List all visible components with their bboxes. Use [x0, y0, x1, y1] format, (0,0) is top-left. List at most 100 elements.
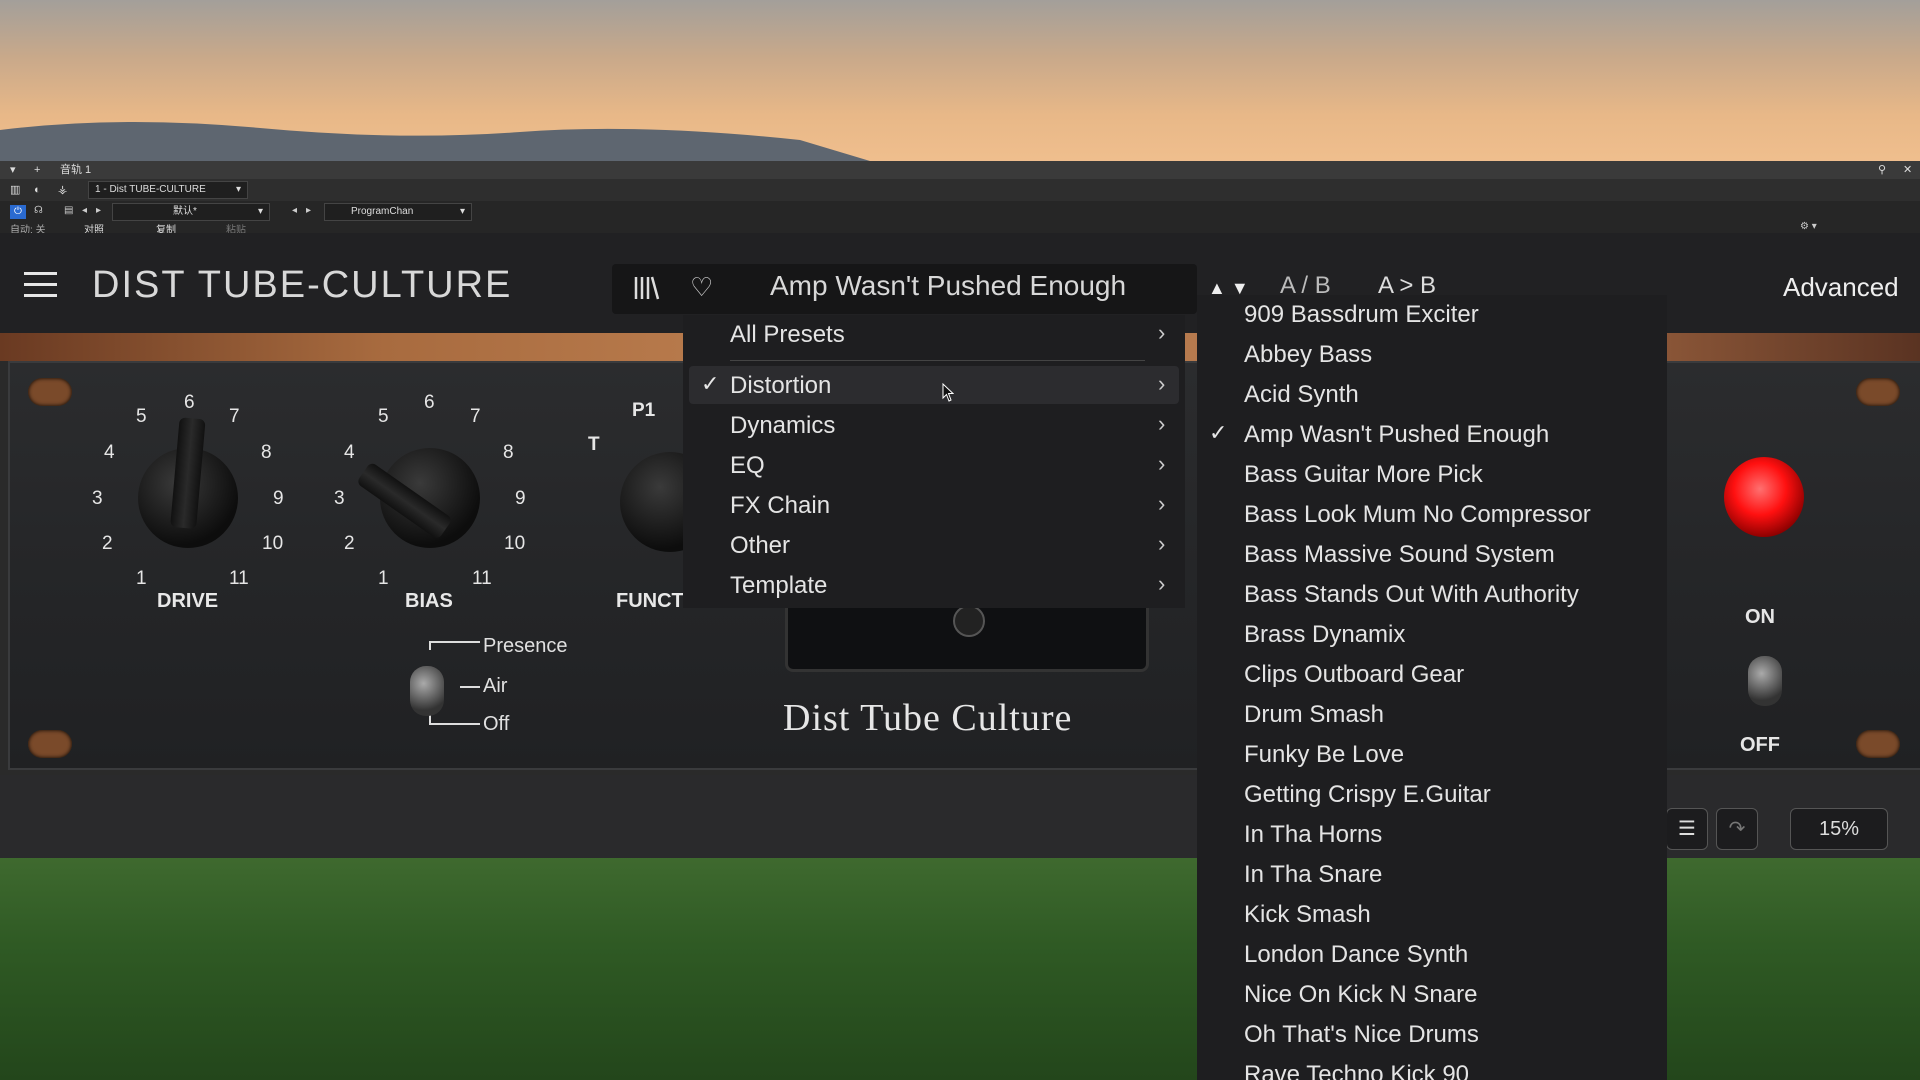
add-icon[interactable]: + — [34, 161, 40, 179]
preset-item-label: Abbey Bass — [1244, 341, 1373, 368]
settings-gear-icon[interactable]: ⚙ ▾ — [1800, 221, 1817, 232]
presence-toggle-switch[interactable] — [410, 666, 444, 716]
preset-item-label: Acid Synth — [1244, 381, 1359, 408]
chevron-down-icon: ▾ — [235, 184, 241, 195]
preset-item[interactable]: Getting Crispy E.Guitar — [1197, 775, 1667, 815]
next-icon[interactable]: ▸ — [96, 205, 101, 216]
menu-item-label: FX Chain — [730, 492, 831, 519]
preset-item[interactable]: Bass Massive Sound System — [1197, 535, 1667, 575]
preset-item[interactable]: Kick Smash — [1197, 895, 1667, 935]
advanced-button[interactable]: Advanced — [1783, 272, 1899, 303]
menu-item-other[interactable]: Other › — [683, 526, 1185, 564]
doc-icon[interactable]: ▤ — [64, 205, 73, 216]
close-icon[interactable]: ✕ — [1903, 161, 1912, 179]
menu-item-all-presets[interactable]: All Presets › — [683, 315, 1185, 353]
preset-item[interactable]: Acid Synth — [1197, 375, 1667, 415]
menu-item-eq[interactable]: EQ › — [683, 446, 1185, 484]
menu-divider — [730, 360, 1145, 361]
chevron-right-icon: › — [1158, 491, 1166, 516]
p1-label: P1 — [632, 400, 656, 421]
bars-icon[interactable]: ▥ — [10, 179, 20, 201]
collapse-icon[interactable]: ▾ — [10, 161, 16, 179]
zoom-level[interactable]: 15% — [1790, 808, 1888, 850]
chevron-right-icon: › — [1158, 320, 1166, 345]
menu-item-template[interactable]: Template › — [683, 566, 1185, 604]
chevron-right-icon: › — [1158, 371, 1166, 396]
checkmark-icon: ✓ — [1209, 420, 1228, 445]
preset-item[interactable]: 909 Bassdrum Exciter — [1197, 295, 1667, 335]
menu-item-label: Distortion — [730, 372, 832, 399]
preset-item-label: Getting Crispy E.Guitar — [1244, 781, 1491, 808]
rack-slot — [28, 378, 72, 406]
prev-icon[interactable]: ◂ — [82, 205, 87, 216]
preset-item[interactable]: In Tha Horns — [1197, 815, 1667, 855]
preset-item-label: Clips Outboard Gear — [1244, 661, 1465, 688]
power-lamp — [1724, 457, 1804, 537]
heart-icon[interactable]: ♡ — [690, 272, 720, 302]
off-label: Off — [483, 713, 510, 735]
library-icon[interactable] — [632, 274, 660, 302]
headphones-icon[interactable]: ☊ — [34, 205, 43, 216]
drive-label: DRIVE — [157, 590, 219, 612]
preset-default-label: 默认* — [173, 206, 197, 217]
preset-item-label: Amp Wasn't Pushed Enough — [1244, 421, 1550, 448]
preset-item[interactable]: Funky Be Love — [1197, 735, 1667, 775]
power-toggle-switch[interactable] — [1748, 656, 1782, 706]
menu-item-label: Template — [730, 572, 828, 599]
disk-icon[interactable]: ◐ — [34, 179, 41, 201]
plugin-instance-select[interactable]: 1 - Dist TUBE-CULTURE ▾ — [88, 181, 248, 199]
preset-item-label: Drum Smash — [1244, 701, 1385, 728]
preset-item-label: Bass Look Mum No Compressor — [1244, 501, 1591, 528]
menu-item-dynamics[interactable]: Dynamics › — [683, 406, 1185, 444]
preset-item[interactable]: Rave Techno Kick 90 — [1197, 1055, 1667, 1080]
preset-item[interactable]: Abbey Bass — [1197, 335, 1667, 375]
preset-item[interactable]: London Dance Synth — [1197, 935, 1667, 975]
preset-item-label: In Tha Horns — [1244, 821, 1383, 848]
rack-slot — [28, 730, 72, 758]
menu-item-fx-chain[interactable]: FX Chain › — [683, 486, 1185, 524]
chevron-right-icon: › — [1158, 411, 1166, 436]
preset-item[interactable]: Bass Look Mum No Compressor — [1197, 495, 1667, 535]
preset-item-label: Bass Stands Out With Authority — [1244, 581, 1579, 608]
preset-category-menu: All Presets › ✓ Distortion › Dynamics › … — [683, 315, 1185, 608]
preset-item[interactable]: Bass Guitar More Pick — [1197, 455, 1667, 495]
chevron-right-icon: › — [1158, 451, 1166, 476]
track-name: 音轨 1 — [60, 164, 92, 176]
host-title-bar: ▾ + 音轨 1 ⚲ ✕ — [0, 161, 1920, 179]
preset-item[interactable]: Clips Outboard Gear — [1197, 655, 1667, 695]
menu-item-distortion[interactable]: ✓ Distortion › — [689, 366, 1179, 404]
next-program-icon[interactable]: ▸ — [306, 205, 311, 216]
preset-item[interactable]: Bass Stands Out With Authority — [1197, 575, 1667, 615]
preset-item-label: In Tha Snare — [1244, 861, 1383, 888]
hamburger-menu-icon[interactable] — [24, 272, 57, 298]
checkmark-icon: ✓ — [701, 371, 720, 396]
preset-item-label: Bass Massive Sound System — [1244, 541, 1555, 568]
preset-item-label: Brass Dynamix — [1244, 621, 1406, 648]
preset-item[interactable]: Nice On Kick N Snare — [1197, 975, 1667, 1015]
redo-icon[interactable]: ↷ — [1716, 808, 1758, 850]
bias-label: BIAS — [405, 590, 453, 612]
t-label: T — [588, 434, 600, 455]
preset-item-label: Kick Smash — [1244, 901, 1371, 928]
chevron-right-icon: › — [1158, 531, 1166, 556]
preset-item[interactable]: In Tha Snare — [1197, 855, 1667, 895]
preset-item[interactable]: Brass Dynamix — [1197, 615, 1667, 655]
prev-program-icon[interactable]: ◂ — [292, 205, 297, 216]
list-icon[interactable]: ☰ — [1666, 808, 1708, 850]
brand-logo: Dist Tube Culture — [783, 697, 1073, 739]
chevron-down-icon: ▾ — [459, 206, 465, 217]
preset-default-select[interactable]: 默认* ▾ — [112, 203, 270, 221]
air-label: Air — [483, 675, 508, 697]
plugin-title: DIST TUBE-CULTURE — [92, 264, 513, 306]
preset-item-selected[interactable]: ✓ Amp Wasn't Pushed Enough — [1197, 415, 1667, 455]
rack-slot — [1856, 730, 1900, 758]
preset-item[interactable]: Drum Smash — [1197, 695, 1667, 735]
preset-item[interactable]: Oh That's Nice Drums — [1197, 1015, 1667, 1055]
pin-icon[interactable]: ⚲ — [1878, 161, 1886, 179]
preset-name[interactable]: Amp Wasn't Pushed Enough — [770, 270, 1126, 302]
routing-icon[interactable]: ⚶ — [58, 179, 67, 201]
power-icon[interactable]: ⏻ — [10, 205, 26, 219]
program-change-select[interactable]: ProgramChan ▾ — [324, 203, 472, 221]
menu-item-label: Dynamics — [730, 412, 836, 439]
meter-screw — [953, 605, 985, 637]
